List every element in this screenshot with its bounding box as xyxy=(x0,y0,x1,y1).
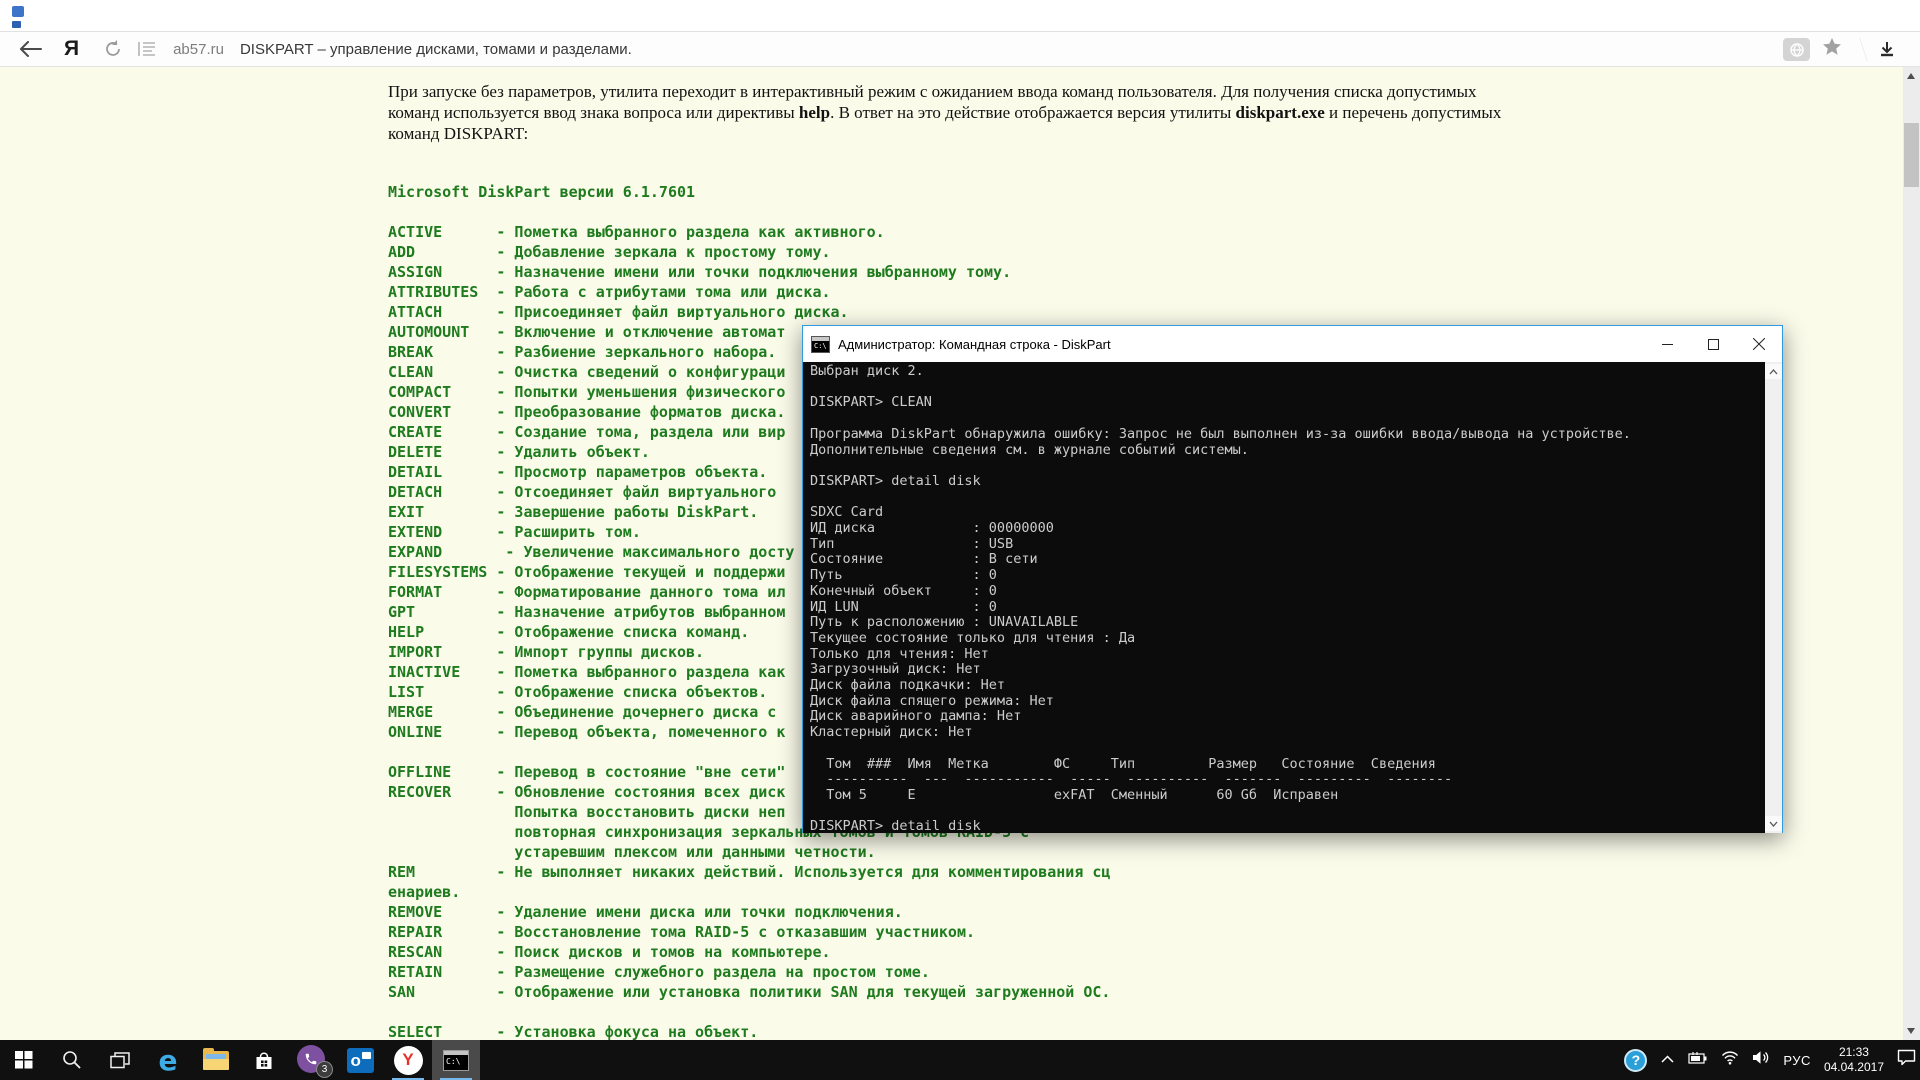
action-center-button[interactable] xyxy=(1897,1049,1916,1071)
viber-notification-badge: 3 xyxy=(316,1061,333,1078)
yandex-browser-button[interactable]: Y xyxy=(384,1040,432,1080)
cmd-console[interactable]: Выбран диск 2. DISKPART> CLEAN Программа… xyxy=(803,362,1782,835)
addressbar-edge xyxy=(1850,38,1868,61)
outlook-button[interactable]: o xyxy=(336,1040,384,1080)
cmd-icon: C:\ xyxy=(443,1049,469,1071)
console-scroll-up-icon[interactable] xyxy=(1765,364,1782,379)
cmd-taskbar-button[interactable]: C:\ xyxy=(432,1040,480,1080)
edge-icon: e xyxy=(158,1043,178,1077)
outlook-icon: o xyxy=(346,1047,374,1073)
tab-favicon[interactable] xyxy=(12,6,25,28)
cmd-icon-text: C:\ xyxy=(446,1056,461,1066)
console-scroll-down-icon[interactable] xyxy=(1765,816,1782,831)
viber-button[interactable]: 3 xyxy=(288,1040,336,1080)
search-button[interactable] xyxy=(48,1040,96,1080)
page-scrollbar[interactable] xyxy=(1903,67,1920,1040)
download-icon xyxy=(1881,41,1893,56)
chevron-up-icon xyxy=(1661,1055,1674,1063)
yandex-browser-icon: Y xyxy=(393,1045,423,1075)
toolbar-right xyxy=(1783,32,1898,67)
cmd-icon-titlebar xyxy=(812,336,829,341)
wifi-tray-icon[interactable] xyxy=(1721,1050,1739,1070)
intro-bold-help: help xyxy=(798,103,831,122)
clock-date: 04.04.2017 xyxy=(1823,1060,1884,1074)
store-bag-icon xyxy=(256,1051,272,1069)
outlook-envelope xyxy=(361,1051,371,1059)
volume-tray-icon[interactable] xyxy=(1752,1050,1770,1070)
console-output: Выбран диск 2. DISKPART> CLEAN Программа… xyxy=(810,363,1631,835)
clock-time: 21:33 xyxy=(1838,1045,1869,1059)
scroll-down-arrow-icon[interactable] xyxy=(1907,1028,1915,1034)
helper-tray-icon[interactable]: ? xyxy=(1624,1048,1648,1072)
protect-badge-button[interactable] xyxy=(1783,38,1810,61)
folder-icon xyxy=(203,1047,229,1070)
speaker-icon xyxy=(1753,1051,1769,1064)
page-scrollbar-thumb[interactable] xyxy=(1904,123,1919,187)
back-button[interactable] xyxy=(16,34,46,64)
yandex-letter: Y xyxy=(402,1050,414,1069)
intro-paragraph: При запуске без параметров, утилита пере… xyxy=(388,81,1518,144)
page-title[interactable]: DISKPART – управление дисками, томами и … xyxy=(240,41,632,58)
tab-favicon-shape xyxy=(12,6,24,17)
back-arrow-icon xyxy=(20,41,42,57)
cmd-window-controls xyxy=(1644,326,1782,362)
maximize-button[interactable] xyxy=(1690,326,1736,362)
refresh-button[interactable] xyxy=(101,37,125,61)
cmd-window: C:\ Администратор: Командная строка - Di… xyxy=(802,325,1783,835)
star-icon xyxy=(1823,38,1841,55)
outlook-letter: o xyxy=(350,1050,361,1070)
intro-text: . В ответ на это действие отображается в… xyxy=(830,103,1236,122)
windows-logo-icon xyxy=(15,1051,33,1069)
system-tray: ? РУС 21:33 04.04.2017 xyxy=(1624,1040,1916,1080)
console-scrollbar[interactable] xyxy=(1765,362,1782,833)
battery-icon xyxy=(1688,1051,1707,1064)
globe-icon xyxy=(1789,42,1804,57)
tray-expand-button[interactable] xyxy=(1660,1051,1675,1069)
start-button[interactable] xyxy=(0,1040,48,1080)
browser-tabstrip xyxy=(0,0,1920,32)
language-indicator[interactable]: РУС xyxy=(1783,1053,1811,1068)
reading-list-icon[interactable] xyxy=(135,37,159,61)
close-icon xyxy=(1753,338,1765,350)
tab-favicon-shape xyxy=(12,21,21,28)
task-view-button[interactable] xyxy=(96,1040,144,1080)
cmd-titlebar[interactable]: C:\ Администратор: Командная строка - Di… xyxy=(803,326,1782,362)
intro-bold-diskpart: diskpart.exe xyxy=(1235,103,1325,122)
list-lines-icon xyxy=(138,42,156,56)
taskbar: e 3 o Y C:\ ? РУС 21:33 04.04.2017 xyxy=(0,1040,1920,1080)
search-icon xyxy=(63,1051,81,1069)
screen: Я ab57.ru DISKPART – управление дисками,… xyxy=(0,0,1920,1080)
minimize-icon xyxy=(1661,343,1673,345)
store-button[interactable] xyxy=(240,1040,288,1080)
taskbar-clock[interactable]: 21:33 04.04.2017 xyxy=(1824,1045,1884,1075)
file-explorer-button[interactable] xyxy=(192,1040,240,1080)
cmd-icon-text: C:\ xyxy=(814,341,827,350)
cmd-window-title: Администратор: Командная строка - DiskPa… xyxy=(838,336,1111,352)
browser-toolbar: Я ab57.ru DISKPART – управление дисками,… xyxy=(0,32,1920,67)
action-center-icon xyxy=(1897,1049,1916,1066)
edge-button[interactable]: e xyxy=(144,1040,192,1080)
refresh-icon xyxy=(106,40,120,56)
cmd-app-icon: C:\ xyxy=(811,335,830,353)
task-view-icon xyxy=(110,1051,130,1068)
downloads-button[interactable] xyxy=(1876,39,1898,61)
close-button[interactable] xyxy=(1736,326,1782,362)
maximize-icon xyxy=(1707,338,1719,350)
yandex-logo[interactable]: Я xyxy=(64,37,79,61)
bookmark-star-button[interactable] xyxy=(1822,37,1842,62)
url-host[interactable]: ab57.ru xyxy=(173,41,224,58)
minimize-button[interactable] xyxy=(1644,326,1690,362)
wifi-icon xyxy=(1722,1051,1739,1065)
scroll-up-arrow-icon[interactable] xyxy=(1907,73,1915,79)
battery-tray-icon[interactable] xyxy=(1688,1051,1708,1070)
